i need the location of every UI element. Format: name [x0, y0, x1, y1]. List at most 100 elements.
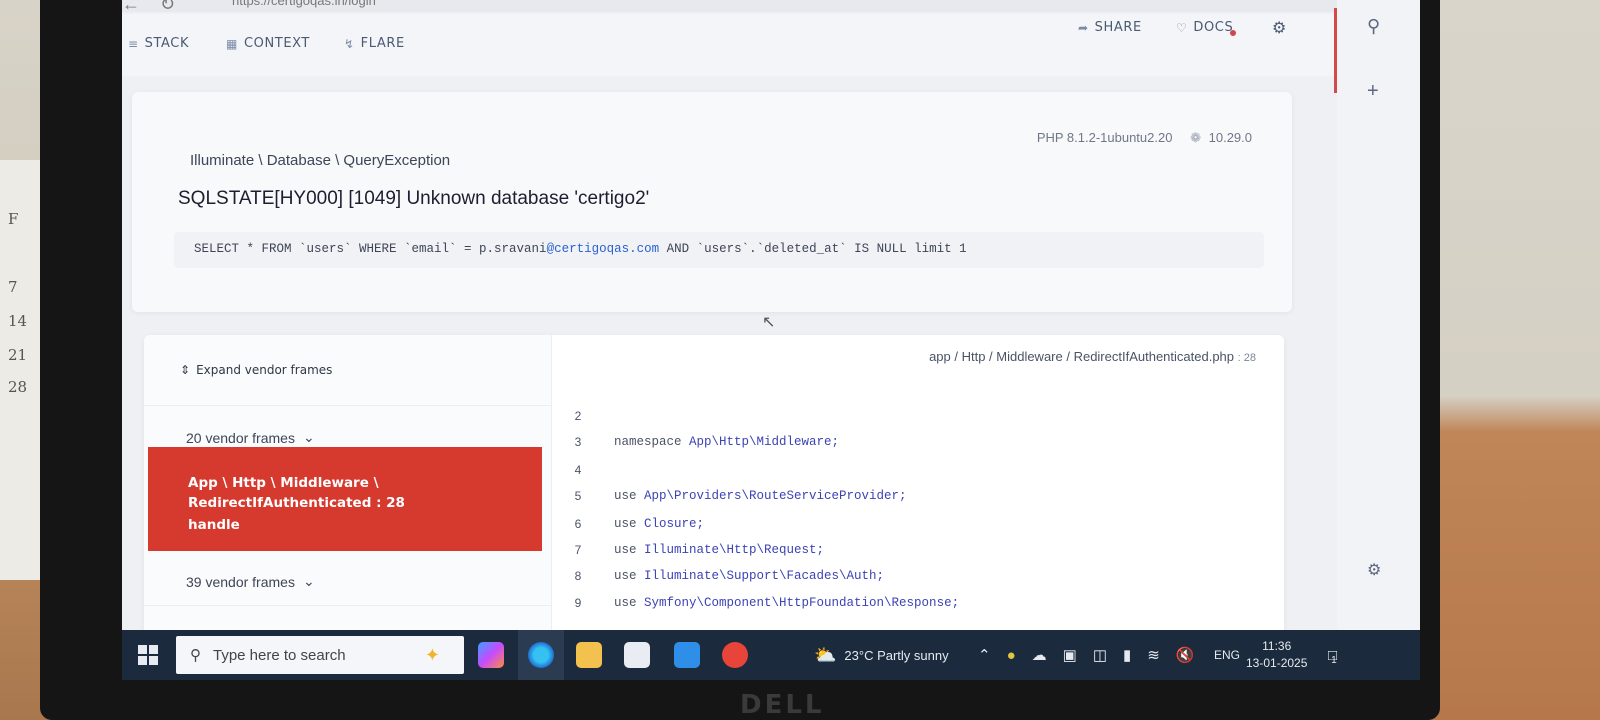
line-number: 4 — [574, 463, 582, 477]
code-source: namespace App\Http\Middleware; — [614, 435, 839, 449]
flare-icon: ↯ — [344, 36, 355, 51]
search-icon[interactable]: ⚲ — [1367, 16, 1380, 37]
sql-part-1: SELECT * FROM `users` WHERE `email` = p.… — [194, 242, 547, 256]
vendor-frames-label: 39 vendor frames — [186, 573, 295, 590]
docs-button[interactable]: ♡ DOCS — [1176, 20, 1233, 35]
store-app[interactable] — [624, 630, 650, 680]
sql-query-box: SELECT * FROM `users` WHERE `email` = p.… — [174, 232, 1264, 268]
code-namespace: Illuminate\Http\Request; — [644, 543, 825, 557]
taskbar-search-input[interactable]: ⚲ Type here to search ✦ — [176, 636, 464, 674]
gear-icon[interactable]: ⚙ — [1367, 560, 1381, 580]
weather-widget[interactable]: ⛅ 23°C Partly sunny — [814, 630, 949, 680]
chevron-up-icon[interactable]: ⌃ — [978, 646, 991, 664]
laptop-screen: ← ↻ https://certigoqas.in/login ≡ STACK … — [122, 0, 1420, 680]
frame-method: handle — [188, 517, 240, 533]
code-line: 7 use Illuminate\Http\Request; — [552, 539, 824, 561]
notification-center[interactable]: □ 1 — [1328, 630, 1337, 680]
active-stack-frame[interactable]: App \ Http \ Middleware \ RedirectIfAuth… — [148, 447, 542, 551]
language-indicator[interactable]: ENG — [1214, 630, 1240, 680]
vendor-frames-label: 20 vendor frames — [186, 429, 295, 446]
copilot-app[interactable] — [478, 630, 504, 680]
code-line: 9 use Symfony\Component\HttpFoundation\R… — [552, 592, 959, 614]
calendar-day: 21 — [8, 346, 28, 364]
vendor-frames-group[interactable]: 39 vendor frames ⌄ — [186, 573, 315, 590]
share-icon: ➦ — [1078, 20, 1089, 35]
code-source: use Symfony\Component\HttpFoundation\Res… — [614, 596, 959, 610]
sql-part-2: AND `users`.`deleted_at` IS NULL limit 1 — [659, 242, 967, 256]
edge-app[interactable] — [518, 630, 564, 680]
battery-icon[interactable]: ▮ — [1123, 646, 1131, 664]
edge-icon — [528, 642, 554, 668]
tab-context[interactable]: ▦ CONTEXT — [226, 36, 310, 51]
search-placeholder: Type here to search — [213, 646, 346, 664]
line-number: 8 — [574, 569, 582, 583]
code-namespace: Closure; — [644, 517, 705, 531]
tab-flare[interactable]: ↯ FLARE — [344, 36, 405, 51]
share-button[interactable]: ➦ SHARE — [1078, 20, 1142, 35]
onedrive-icon[interactable]: ☁ — [1032, 646, 1047, 664]
clock-date: 13-01-2025 — [1246, 656, 1308, 670]
code-namespace: App\Providers\RouteServiceProvider; — [644, 489, 907, 503]
stack-icon: ≡ — [128, 36, 139, 51]
tray-device-icon[interactable]: ▣ — [1063, 646, 1077, 664]
php-version: PHP 8.1.2-1ubuntu2.20 — [1036, 130, 1173, 145]
calendar-day: 14 — [8, 312, 28, 330]
frame-file: RedirectIfAuthenticated : 28 — [188, 495, 405, 511]
language-label: ENG — [1214, 648, 1241, 662]
plus-icon[interactable]: + — [1367, 80, 1379, 103]
tray-app-icon[interactable]: ● — [1007, 647, 1016, 664]
calendar-letter: F — [8, 210, 19, 228]
tab-flare-label: FLARE — [360, 36, 405, 51]
code-line: 6 use Closure; — [552, 513, 704, 535]
gear-icon: ⚙ — [1272, 18, 1287, 37]
chevron-down-icon: ⌄ — [302, 573, 315, 589]
code-line: 3 namespace App\Http\Middleware; — [552, 431, 839, 453]
tray-display-icon[interactable]: ◫ — [1093, 646, 1107, 664]
line-number: 7 — [574, 543, 582, 557]
copilot-sparkle-icon: ✦ — [424, 644, 440, 665]
code-keyword: use — [614, 596, 645, 610]
file-line-number: : 28 — [1237, 352, 1256, 364]
line-number: 5 — [574, 489, 582, 503]
back-icon[interactable]: ← ↻ — [122, 0, 175, 15]
top-navigation: ≡ STACK ▦ CONTEXT ↯ FLARE ➦ SHARE ♡ DOCS… — [122, 14, 1337, 76]
notification-count: 1 — [1331, 654, 1337, 666]
expand-icon: ⇕ — [180, 363, 191, 377]
expand-vendor-frames-button[interactable]: ⇕ Expand vendor frames — [180, 363, 332, 377]
calendar-day: 28 — [8, 378, 28, 396]
code-keyword: use — [614, 489, 645, 503]
browser-address-bar[interactable]: ← ↻ https://certigoqas.in/login — [122, 0, 1420, 15]
settings-button[interactable]: ⚙ — [1272, 18, 1287, 37]
vendor-frames-group[interactable]: 20 vendor frames ⌄ — [186, 429, 315, 446]
start-button[interactable] — [138, 630, 158, 680]
frames-list: ⇕ Expand vendor frames 20 vendor frames … — [144, 335, 552, 680]
environment-info: PHP 8.1.2-1ubuntu2.20 ❁ 10.29.0 — [1037, 130, 1252, 146]
sql-email-link[interactable]: @certigoqas.com — [547, 242, 660, 256]
calendar-day: 7 — [8, 278, 18, 296]
code-source: use Illuminate\Support\Facades\Auth; — [614, 569, 884, 583]
url-text[interactable]: https://certigoqas.in/login — [232, 0, 376, 8]
code-line: 2 — [552, 405, 604, 427]
frame-class: App \ Http \ Middleware \ — [188, 475, 379, 491]
taskbar-clock[interactable]: 11:36 13-01-2025 — [1246, 638, 1307, 672]
wps-app[interactable] — [722, 630, 748, 680]
code-namespace: Illuminate\Support\Facades\Auth; — [644, 569, 885, 583]
file-path[interactable]: app / Http / Middleware / RedirectIfAuth… — [929, 349, 1256, 364]
volume-muted-icon[interactable]: 🔇 — [1176, 646, 1195, 664]
divider — [144, 605, 552, 606]
file-path-text: app / Http / Middleware / RedirectIfAuth… — [929, 349, 1235, 364]
wps-icon — [722, 642, 748, 668]
wifi-icon[interactable]: ≋ — [1147, 646, 1160, 664]
tab-stack[interactable]: ≡ STACK — [128, 36, 189, 51]
store-icon — [624, 642, 650, 668]
mail-app[interactable] — [674, 630, 700, 680]
file-explorer-app[interactable] — [576, 630, 602, 680]
code-line: 5 use App\Providers\RouteServiceProvider… — [552, 485, 907, 507]
sql-query: SELECT * FROM `users` WHERE `email` = p.… — [194, 242, 967, 256]
tab-context-label: CONTEXT — [243, 36, 310, 51]
weather-icon: ⛅ — [814, 644, 837, 665]
weather-text: 23°C Partly sunny — [844, 647, 949, 663]
mail-icon — [674, 642, 700, 668]
line-number: 9 — [574, 596, 582, 610]
expand-label: Expand vendor frames — [196, 363, 333, 377]
